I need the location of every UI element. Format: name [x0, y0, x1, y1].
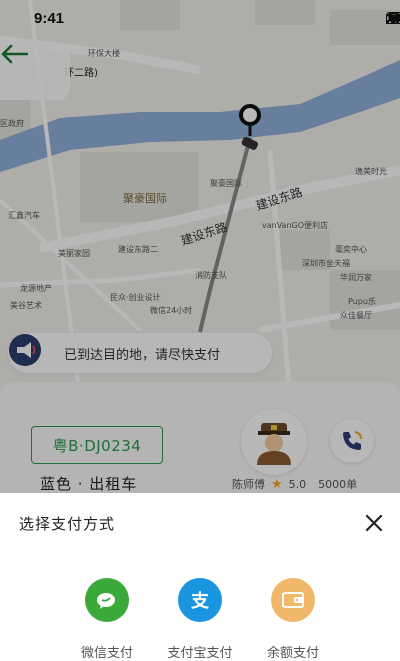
wechat-icon — [85, 578, 129, 622]
pay-option-wechat[interactable]: 微信支付 — [62, 578, 152, 661]
pay-option-balance[interactable]: 余额支付 — [248, 578, 338, 661]
close-button[interactable] — [362, 511, 386, 535]
modal-backdrop[interactable] — [0, 0, 400, 493]
pay-option-alipay[interactable]: 支 支付宝支付 — [155, 578, 245, 661]
wallet-icon — [271, 578, 315, 622]
payment-sheet: 选择支付方式 微信支付 支 支付宝支付 余额支付 — [0, 493, 400, 661]
pay-option-label: 支付宝支付 — [167, 646, 233, 661]
pay-option-label: 余额支付 — [266, 646, 319, 661]
alipay-icon: 支 — [178, 578, 222, 622]
sheet-title: 选择支付方式 — [19, 515, 116, 533]
pay-option-label: 微信支付 — [80, 646, 133, 661]
close-icon — [365, 514, 383, 532]
